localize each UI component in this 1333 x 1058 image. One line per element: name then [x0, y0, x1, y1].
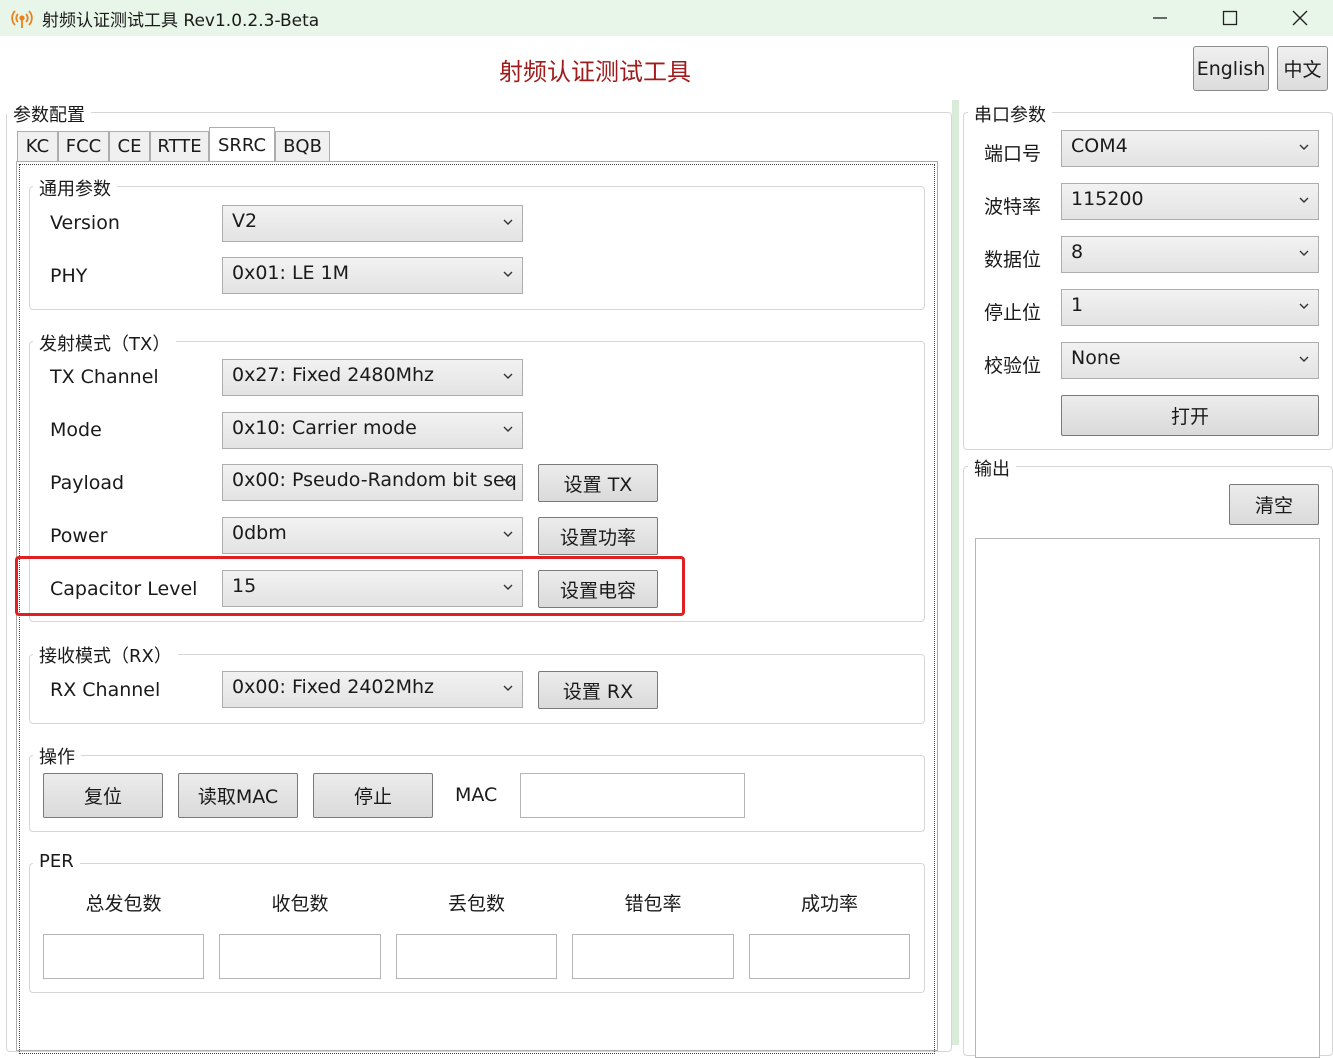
port-label: 端口号	[984, 143, 1042, 165]
baud-value: 115200	[1071, 188, 1144, 210]
stopbits-select[interactable]: 1	[1061, 289, 1319, 326]
per-legend: PER	[33, 851, 80, 872]
rx-channel-value: 0x00: Fixed 2402Mhz	[232, 676, 434, 698]
parity-label: 校验位	[984, 355, 1042, 377]
set-rx-button[interactable]: 设置 RX	[538, 671, 658, 709]
chevron-down-icon	[503, 478, 513, 484]
chevron-down-icon	[503, 531, 513, 537]
phy-value: 0x01: LE 1M	[232, 262, 350, 284]
capacitor-highlight-box	[15, 556, 685, 616]
tab-fcc[interactable]: FCC	[58, 131, 109, 161]
databits-select[interactable]: 8	[1061, 236, 1319, 273]
parity-select[interactable]: None	[1061, 342, 1319, 379]
maximize-button[interactable]	[1195, 0, 1265, 36]
power-value: 0dbm	[232, 522, 287, 544]
chevron-down-icon	[1299, 144, 1309, 150]
per-success-rate-label: 成功率	[800, 893, 858, 915]
rx-channel-label: RX Channel	[50, 679, 161, 701]
databits-label: 数据位	[984, 249, 1042, 271]
port-select[interactable]: COM4	[1061, 130, 1319, 167]
stopbits-label: 停止位	[984, 302, 1042, 324]
tx-legend: 发射模式（TX）	[33, 330, 177, 356]
tx-channel-label: TX Channel	[50, 366, 159, 388]
version-value: V2	[232, 210, 258, 232]
stop-button[interactable]: 停止	[313, 773, 433, 818]
chevron-down-icon	[1299, 197, 1309, 203]
mac-input[interactable]	[520, 773, 745, 818]
ops-legend: 操作	[33, 743, 81, 769]
chevron-down-icon	[503, 426, 513, 432]
power-select[interactable]: 0dbm	[222, 517, 523, 554]
close-button[interactable]	[1265, 0, 1333, 36]
tab-bqb[interactable]: BQB	[275, 131, 330, 161]
serial-legend: 串口参数	[968, 101, 1052, 127]
window-title: 射频认证测试工具 Rev1.0.2.3-Beta	[42, 11, 320, 31]
per-error-rate-field[interactable]	[572, 934, 734, 979]
per-received-field[interactable]	[219, 934, 381, 979]
mode-select[interactable]: 0x10: Carrier mode	[222, 412, 523, 449]
chevron-down-icon	[503, 219, 513, 225]
params-legend: 参数配置	[7, 101, 91, 127]
tx-channel-value: 0x27: Fixed 2480Mhz	[232, 364, 434, 386]
baud-select[interactable]: 115200	[1061, 183, 1319, 220]
tx-channel-select[interactable]: 0x27: Fixed 2480Mhz	[222, 359, 523, 396]
reset-button[interactable]: 复位	[43, 773, 163, 818]
app-heading: 射频认证测试工具	[499, 58, 691, 86]
tab-srrc[interactable]: SRRC	[209, 127, 275, 162]
databits-value: 8	[1071, 241, 1084, 263]
version-select[interactable]: V2	[222, 205, 523, 242]
power-label: Power	[50, 525, 108, 547]
port-value: COM4	[1071, 135, 1128, 157]
per-total-sent-field[interactable]	[43, 934, 204, 979]
stopbits-value: 1	[1071, 294, 1084, 316]
minimize-button[interactable]	[1125, 0, 1195, 36]
tab-ce[interactable]: CE	[109, 131, 150, 161]
chevron-down-icon	[503, 271, 513, 277]
minimize-icon	[1153, 17, 1167, 19]
tab-kc[interactable]: KC	[17, 131, 58, 161]
parity-value: None	[1071, 347, 1121, 369]
clear-button[interactable]: 清空	[1229, 484, 1319, 525]
chinese-button[interactable]: 中文	[1277, 46, 1328, 91]
chevron-down-icon	[503, 373, 513, 379]
set-tx-button[interactable]: 设置 TX	[538, 464, 658, 502]
read-mac-button[interactable]: 读取MAC	[178, 773, 298, 818]
close-icon	[1292, 10, 1308, 26]
per-success-rate-field[interactable]	[749, 934, 910, 979]
chevron-down-icon	[503, 685, 513, 691]
phy-select[interactable]: 0x01: LE 1M	[222, 257, 523, 294]
baud-label: 波特率	[984, 196, 1042, 218]
antenna-icon	[11, 10, 33, 28]
payload-select[interactable]: 0x00: Pseudo-Random bit seq	[222, 464, 523, 501]
open-port-button[interactable]: 打开	[1061, 395, 1319, 436]
per-lost-label: 丢包数	[447, 893, 505, 915]
mac-label: MAC	[455, 784, 498, 806]
rx-channel-select[interactable]: 0x00: Fixed 2402Mhz	[222, 671, 523, 708]
tab-rtte[interactable]: RTTE	[150, 131, 209, 161]
set-power-button[interactable]: 设置功率	[538, 517, 658, 555]
chevron-down-icon	[1299, 250, 1309, 256]
output-textarea[interactable]	[975, 538, 1320, 1058]
chevron-down-icon	[1299, 303, 1309, 309]
per-total-sent-label: 总发包数	[85, 893, 162, 915]
mode-value: 0x10: Carrier mode	[232, 417, 417, 439]
maximize-icon	[1222, 10, 1238, 26]
chevron-down-icon	[1299, 356, 1309, 362]
mode-label: Mode	[50, 419, 102, 441]
per-error-rate-label: 错包率	[624, 893, 682, 915]
per-lost-field[interactable]	[396, 934, 557, 979]
version-label: Version	[50, 212, 120, 234]
payload-label: Payload	[50, 472, 125, 494]
phy-label: PHY	[50, 265, 88, 287]
per-received-label: 收包数	[271, 893, 329, 915]
splitter-handle[interactable]	[952, 100, 959, 1045]
rx-legend: 接收模式（RX）	[33, 642, 178, 668]
output-legend: 输出	[968, 455, 1016, 481]
english-button[interactable]: English	[1193, 46, 1269, 91]
general-legend: 通用参数	[33, 175, 117, 201]
payload-value: 0x00: Pseudo-Random bit seq	[232, 469, 517, 491]
